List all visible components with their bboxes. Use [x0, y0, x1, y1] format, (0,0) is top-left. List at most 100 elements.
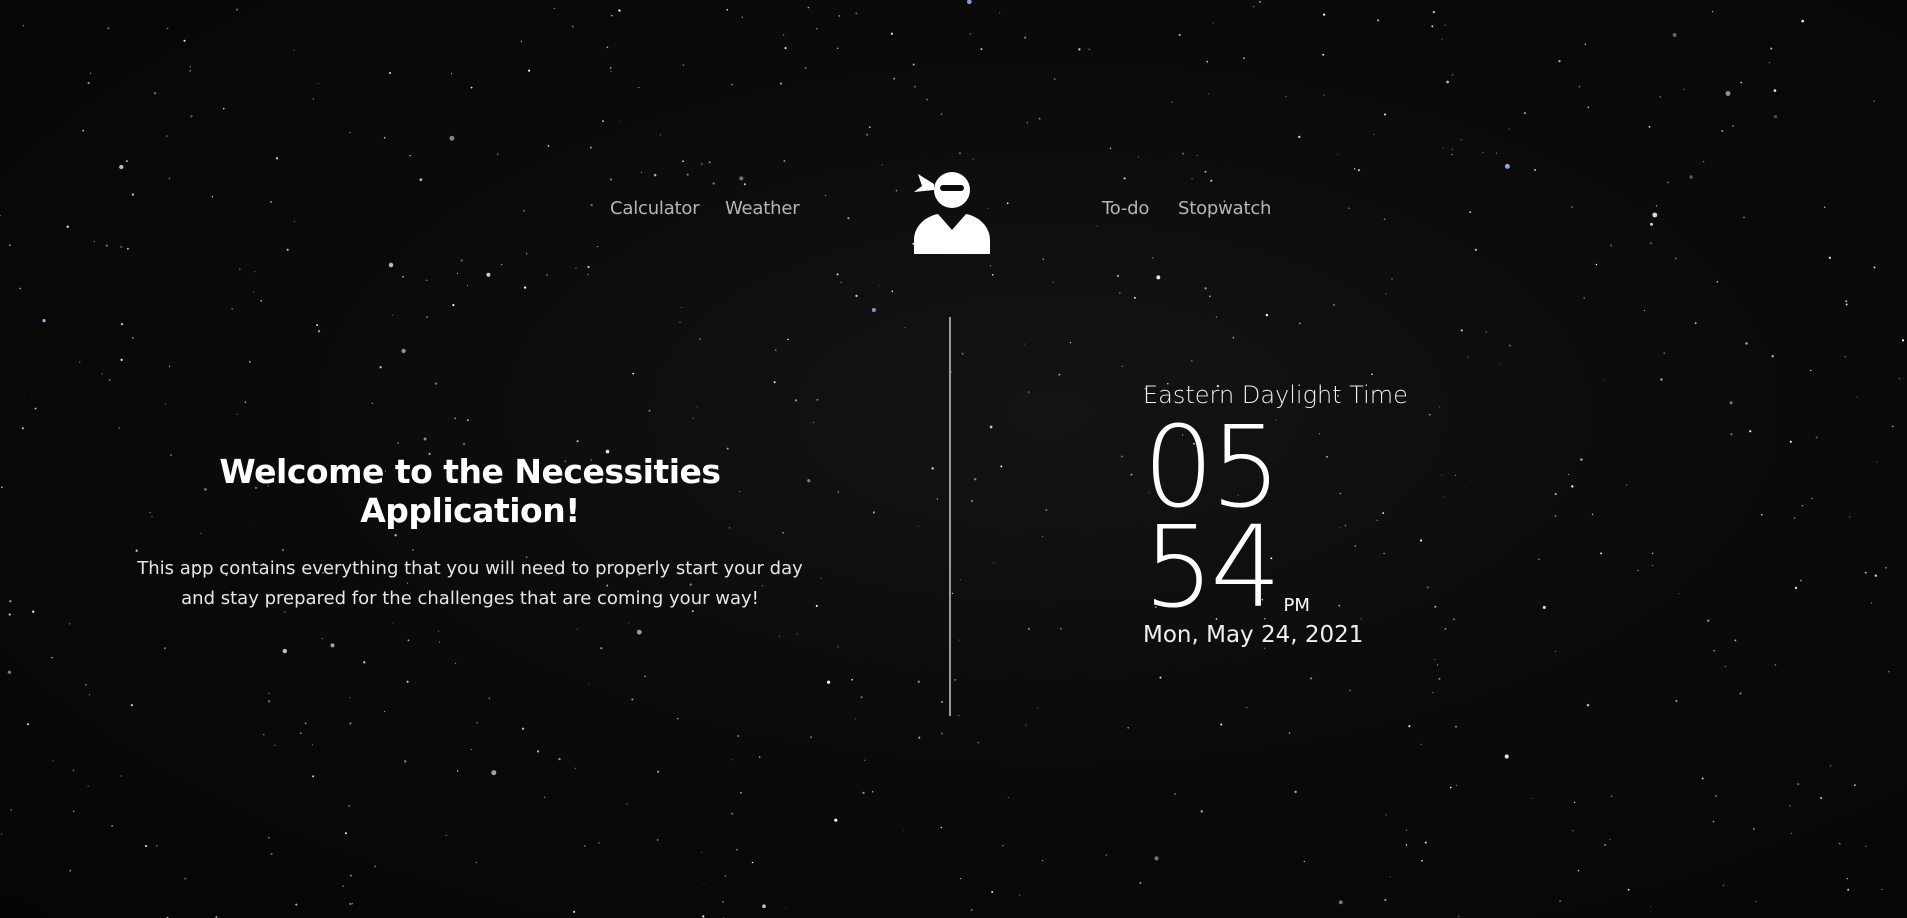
- star: [1865, 845, 1867, 847]
- star: [917, 525, 919, 527]
- star: [602, 120, 604, 123]
- star: [834, 818, 838, 822]
- nav-calculator-link[interactable]: Calculator: [610, 198, 700, 219]
- star: [743, 183, 746, 186]
- star: [1844, 356, 1846, 358]
- star: [588, 683, 590, 685]
- star: [1349, 689, 1351, 691]
- star: [726, 9, 728, 11]
- welcome-section: Welcome to the Necessities Application! …: [120, 452, 820, 614]
- star: [456, 272, 459, 275]
- star: [168, 177, 171, 180]
- star: [85, 683, 87, 686]
- star: [1815, 436, 1818, 439]
- star: [1701, 777, 1704, 780]
- star: [860, 696, 863, 699]
- star: [680, 307, 682, 309]
- star: [125, 160, 128, 163]
- star: [677, 717, 679, 720]
- star: [384, 711, 386, 712]
- star: [1385, 293, 1387, 295]
- star: [521, 727, 525, 730]
- star: [130, 703, 134, 707]
- star: [131, 193, 135, 196]
- star: [523, 286, 527, 289]
- star: [1794, 586, 1798, 590]
- star: [1732, 125, 1734, 127]
- star: [1133, 296, 1136, 299]
- star: [1729, 401, 1733, 405]
- star: [1584, 43, 1587, 46]
- star: [954, 679, 956, 681]
- star: [1774, 664, 1777, 666]
- star: [93, 240, 95, 242]
- star: [626, 803, 628, 805]
- star: [891, 290, 894, 293]
- star: [837, 47, 839, 49]
- star: [1246, 707, 1248, 709]
- star: [1650, 906, 1652, 908]
- star: [1672, 33, 1677, 37]
- star: [1420, 743, 1422, 745]
- star: [1463, 486, 1465, 488]
- star: [1265, 313, 1269, 317]
- star: [1052, 281, 1054, 283]
- star: [131, 336, 134, 339]
- star: [773, 381, 776, 384]
- star: [1650, 222, 1653, 226]
- star: [1088, 48, 1091, 51]
- clock-minutes-row: 54 PM: [1143, 512, 1408, 624]
- ninja-avatar-icon[interactable]: [910, 168, 990, 254]
- star: [1156, 275, 1161, 280]
- star: [1467, 356, 1469, 358]
- nav-stopwatch-link[interactable]: Stopwatch: [1178, 198, 1271, 219]
- star: [1232, 336, 1235, 339]
- star: [1190, 359, 1193, 362]
- star: [736, 849, 738, 851]
- star: [731, 759, 733, 761]
- star: [854, 718, 856, 720]
- star: [1730, 433, 1733, 436]
- star: [1027, 391, 1030, 393]
- star: [1384, 113, 1386, 116]
- nav-todo-link[interactable]: To-do: [1102, 198, 1149, 219]
- star: [1876, 461, 1878, 463]
- star: [572, 910, 576, 914]
- star: [1377, 19, 1380, 22]
- star: [1054, 78, 1056, 80]
- star: [526, 253, 528, 255]
- star: [1534, 169, 1536, 171]
- star: [576, 440, 579, 443]
- star: [1434, 658, 1436, 661]
- star: [1578, 85, 1581, 88]
- star: [740, 791, 742, 794]
- star: [1789, 805, 1791, 807]
- star: [1595, 263, 1598, 266]
- star: [317, 330, 321, 333]
- star: [991, 890, 994, 893]
- star: [696, 406, 698, 408]
- star: [1058, 373, 1061, 376]
- star: [496, 153, 499, 156]
- star: [1426, 586, 1430, 589]
- star: [189, 66, 191, 68]
- star: [1127, 726, 1130, 729]
- star: [784, 47, 787, 50]
- star: [1571, 206, 1573, 208]
- star: [1789, 440, 1792, 443]
- star: [936, 498, 939, 500]
- star: [1773, 114, 1778, 119]
- star: [0, 214, 2, 216]
- star: [698, 337, 701, 340]
- star: [1371, 373, 1373, 376]
- star: [1749, 430, 1752, 433]
- star: [1139, 881, 1142, 884]
- star: [611, 14, 613, 17]
- star: [293, 49, 295, 51]
- star: [371, 402, 374, 405]
- star: [127, 247, 129, 250]
- star: [969, 32, 972, 36]
- star: [1206, 60, 1208, 63]
- nav-weather-link[interactable]: Weather: [725, 198, 800, 219]
- star: [959, 578, 961, 580]
